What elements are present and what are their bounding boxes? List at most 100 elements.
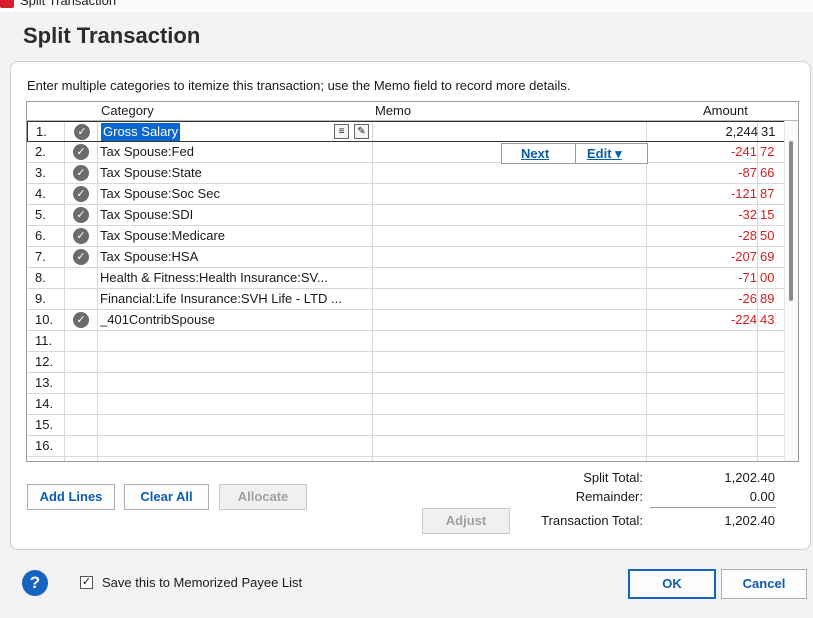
category-cell[interactable]: Tax Spouse:Fed xyxy=(100,142,370,162)
category-cell[interactable]: Tax Spouse:Medicare xyxy=(100,226,370,246)
table-row[interactable]: 4. ✓ Tax Spouse:Soc Sec -121 87 xyxy=(27,184,798,205)
category-cell[interactable]: Tax Spouse:HSA xyxy=(100,247,370,267)
category-cell[interactable]: Gross Salary xyxy=(101,122,371,142)
scroll-thumb[interactable] xyxy=(789,141,793,301)
amount-cell[interactable] xyxy=(647,436,757,456)
table-row[interactable]: 12. xyxy=(27,352,798,373)
cents-cell[interactable] xyxy=(760,352,780,372)
amount-cell[interactable] xyxy=(647,394,757,414)
table-row[interactable]: 10. ✓ _401ContribSpouse -224 43 xyxy=(27,310,798,331)
amount-cell[interactable]: -224 xyxy=(647,310,757,330)
grid-scrollbar[interactable] xyxy=(784,121,798,461)
table-row[interactable]: 14. xyxy=(27,394,798,415)
cents-cell[interactable] xyxy=(760,373,780,393)
cents-cell[interactable]: 15 xyxy=(760,205,780,225)
next-button[interactable]: Next xyxy=(521,144,549,163)
amount-cell[interactable]: -207 xyxy=(647,247,757,267)
memo-icon[interactable]: ✎ xyxy=(354,124,369,139)
category-input[interactable]: Gross Salary xyxy=(101,123,181,141)
table-row[interactable]: 11. xyxy=(27,331,798,352)
amount-cell[interactable] xyxy=(647,415,757,435)
table-row[interactable]: 3. ✓ Tax Spouse:State -87 66 xyxy=(27,163,798,184)
cents-cell[interactable]: 00 xyxy=(760,268,780,288)
amount-cell[interactable]: -28 xyxy=(647,226,757,246)
help-icon[interactable]: ? xyxy=(22,570,48,596)
check-circle-icon[interactable]: ✓ xyxy=(74,124,90,140)
check-circle-icon[interactable]: ✓ xyxy=(73,228,89,244)
memo-cell[interactable] xyxy=(375,310,643,330)
memo-cell[interactable] xyxy=(375,163,643,183)
amount-cell[interactable] xyxy=(647,352,757,372)
amount-cell[interactable] xyxy=(647,331,757,351)
cents-cell[interactable]: 43 xyxy=(760,310,780,330)
table-row[interactable]: 2. ✓ Tax Spouse:Fed -241 72 xyxy=(27,142,798,163)
cents-cell[interactable]: 72 xyxy=(760,142,780,162)
cents-cell[interactable]: 87 xyxy=(760,184,780,204)
memo-cell[interactable] xyxy=(375,184,643,204)
amount-cell[interactable]: -87 xyxy=(647,163,757,183)
memorize-checkbox[interactable]: ✓ xyxy=(80,576,93,589)
table-row[interactable]: 1. ✓ Gross Salary ≡ ✎ 2,244 31 xyxy=(27,121,798,142)
category-cell[interactable] xyxy=(100,394,370,414)
check-circle-icon[interactable]: ✓ xyxy=(73,207,89,223)
check-circle-icon[interactable]: ✓ xyxy=(73,144,89,160)
cents-cell[interactable]: 50 xyxy=(760,226,780,246)
memo-cell[interactable] xyxy=(375,436,643,456)
amount-cell[interactable]: -26 xyxy=(647,289,757,309)
amount-cell[interactable]: -121 xyxy=(647,184,757,204)
table-row[interactable]: 15. xyxy=(27,415,798,436)
memo-cell[interactable] xyxy=(375,331,643,351)
check-circle-icon[interactable]: ✓ xyxy=(73,249,89,265)
check-circle-icon[interactable]: ✓ xyxy=(73,312,89,328)
amount-cell[interactable] xyxy=(647,373,757,393)
calendar-icon[interactable]: ≡ xyxy=(334,124,349,139)
table-row[interactable]: 9. Financial:Life Insurance:SVH Life - LT… xyxy=(27,289,798,310)
memo-cell[interactable] xyxy=(375,226,643,246)
cents-cell[interactable] xyxy=(760,331,780,351)
memorize-label[interactable]: Save this to Memorized Payee List xyxy=(102,575,302,590)
table-row[interactable]: 13. xyxy=(27,373,798,394)
category-cell[interactable]: _401ContribSpouse xyxy=(100,310,370,330)
category-cell[interactable]: Financial:Life Insurance:SVH Life - LTD … xyxy=(100,289,370,309)
clear-all-button[interactable]: Clear All xyxy=(124,484,209,510)
memo-cell[interactable] xyxy=(375,268,643,288)
table-row[interactable]: 7. ✓ Tax Spouse:HSA -207 69 xyxy=(27,247,798,268)
memo-cell[interactable] xyxy=(375,205,643,225)
allocate-button[interactable]: Allocate xyxy=(219,484,307,510)
amount-cell[interactable]: -32 xyxy=(647,205,757,225)
add-lines-button[interactable]: Add Lines xyxy=(27,484,115,510)
cents-cell[interactable]: 31 xyxy=(761,122,781,142)
table-row[interactable]: 6. ✓ Tax Spouse:Medicare -28 50 xyxy=(27,226,798,247)
cancel-button[interactable]: Cancel xyxy=(721,569,807,599)
memo-cell[interactable] xyxy=(375,373,643,393)
check-circle-icon[interactable]: ✓ xyxy=(73,165,89,181)
cents-cell[interactable]: 66 xyxy=(760,163,780,183)
cents-cell[interactable] xyxy=(760,436,780,456)
check-circle-icon[interactable]: ✓ xyxy=(73,186,89,202)
category-cell[interactable]: Tax Spouse:SDI xyxy=(100,205,370,225)
cents-cell[interactable]: 89 xyxy=(760,289,780,309)
ok-button[interactable]: OK xyxy=(628,569,716,599)
table-row[interactable]: 16. xyxy=(27,436,798,457)
category-cell[interactable]: Tax Spouse:State xyxy=(100,163,370,183)
category-cell[interactable] xyxy=(100,373,370,393)
edit-menu-button[interactable]: Edit ▾ xyxy=(587,144,622,163)
category-cell[interactable] xyxy=(100,415,370,435)
table-row[interactable]: 8. Health & Fitness:Health Insurance:SV..… xyxy=(27,268,798,289)
memo-cell[interactable] xyxy=(375,352,643,372)
cents-cell[interactable] xyxy=(760,394,780,414)
memo-cell[interactable] xyxy=(375,394,643,414)
memo-cell[interactable] xyxy=(375,415,643,435)
category-cell[interactable]: Health & Fitness:Health Insurance:SV... xyxy=(100,268,370,288)
table-row[interactable]: 5. ✓ Tax Spouse:SDI -32 15 xyxy=(27,205,798,226)
memo-cell[interactable] xyxy=(375,289,643,309)
amount-cell[interactable]: 2,244 xyxy=(648,122,758,142)
cents-cell[interactable]: 69 xyxy=(760,247,780,267)
amount-cell[interactable]: -71 xyxy=(647,268,757,288)
category-cell[interactable] xyxy=(100,436,370,456)
category-cell[interactable] xyxy=(100,331,370,351)
memo-cell[interactable] xyxy=(376,122,644,142)
amount-cell[interactable]: -241 xyxy=(647,142,757,162)
category-cell[interactable]: Tax Spouse:Soc Sec xyxy=(100,184,370,204)
memo-cell[interactable] xyxy=(375,247,643,267)
